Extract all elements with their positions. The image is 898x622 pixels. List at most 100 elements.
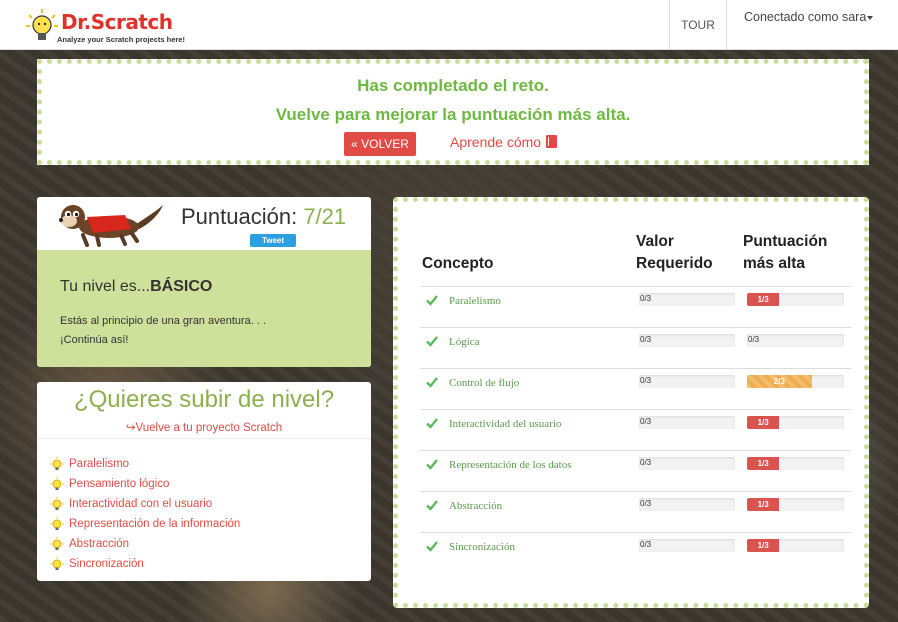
- required-value: 0/3: [640, 458, 652, 467]
- lightbulb-icon: [50, 537, 64, 550]
- lightbulb-logo-icon: [26, 9, 58, 40]
- check-icon: [426, 541, 438, 552]
- level-title: Tu nivel es...BÁSICO: [60, 278, 212, 296]
- high-score-progress-bar: 1/3: [747, 293, 844, 306]
- score-header: Puntuación: 7/21 Tweet: [37, 197, 371, 250]
- high-score-progress-bar: 1/3: [747, 539, 844, 552]
- required-value: 0/3: [640, 499, 652, 508]
- user-menu-dropdown[interactable]: Conectado como sara: [744, 10, 874, 24]
- check-icon: [426, 377, 438, 388]
- check-icon: [426, 418, 438, 429]
- high-score-progress-bar: 1/3: [747, 498, 844, 511]
- level-box: Tu nivel es...BÁSICO Estás al principio …: [37, 250, 371, 367]
- check-icon: [426, 459, 438, 470]
- tour-button[interactable]: TOUR: [669, 0, 727, 50]
- upgrade-item-sincronizacion[interactable]: Sincronización: [50, 554, 240, 574]
- header-concepto: Concepto: [422, 255, 494, 272]
- upgrade-item-label: Representación de la información: [69, 518, 241, 530]
- header-puntuacion: Puntuación más alta: [743, 231, 827, 275]
- high-score-progress-bar: 1/3: [747, 416, 844, 429]
- logo[interactable]: Dr.Scratch Analyze your Scratch projects…: [25, 6, 185, 46]
- table-row: Paralelismo 0/3 1/3: [420, 286, 851, 327]
- header-puntuacion-line2: más alta: [743, 255, 806, 272]
- banner-submessage: Vuelve para mejorar la puntuación más al…: [275, 105, 631, 124]
- required-progress-bar: 0/3: [639, 539, 735, 552]
- score-label: Puntuación:: [181, 204, 304, 229]
- external-link-icon: ↪: [125, 422, 136, 434]
- required-progress-bar: 0/3: [639, 293, 735, 306]
- upgrade-list: Paralelismo Pensamiento lógico Interacti…: [50, 454, 240, 574]
- header-valor-line1: Valor: [636, 233, 674, 250]
- concept-name: Paralelismo: [449, 295, 501, 307]
- high-score-progress-bar: 2/3: [747, 375, 844, 388]
- required-progress-bar: 0/3: [639, 334, 735, 347]
- high-score-fill: 1/3: [747, 416, 780, 429]
- upgrade-item-abstraccion[interactable]: Abstracción: [50, 534, 240, 554]
- lightbulb-icon: [50, 497, 64, 510]
- required-value: 0/3: [640, 335, 652, 344]
- upgrade-item-label: Paralelismo: [69, 458, 130, 470]
- level-desc-line1: Estás al principio de una gran aventura.…: [60, 315, 267, 327]
- header-valor-requerido: Valor Requerido: [636, 231, 713, 275]
- back-to-project-link[interactable]: ↪Vuelve a tu proyecto Scratch: [37, 420, 371, 434]
- learn-how-label: Aprende cómo: [450, 134, 542, 150]
- banner-message: Has completado el reto.: [357, 76, 549, 95]
- level-desc-line2: ¡Continúa así!: [60, 334, 129, 346]
- required-progress-bar: 0/3: [639, 498, 735, 511]
- navbar: Dr.Scratch Analyze your Scratch projects…: [0, 0, 898, 50]
- score-value: 7/21: [303, 204, 347, 229]
- back-button[interactable]: « VOLVER: [344, 132, 416, 156]
- header-puntuacion-line1: Puntuación: [743, 233, 828, 250]
- upgrade-title: ¿Quieres subir de nivel?: [73, 386, 335, 413]
- upgrade-item-interactividad[interactable]: Interactividad con el usuario: [50, 494, 240, 514]
- upgrade-item-pensamiento-logico[interactable]: Pensamiento lógico: [50, 474, 240, 494]
- upgrade-panel: ¿Quieres subir de nivel? ↪Vuelve a tu pr…: [37, 382, 371, 581]
- divider: [37, 438, 371, 439]
- level-name: BÁSICO: [150, 278, 213, 295]
- upgrade-item-label: Sincronización: [69, 558, 144, 570]
- ferret-mascot-icon: [59, 205, 163, 247]
- caret-down-icon: [867, 15, 874, 20]
- concept-name: Interactividad del usuario: [449, 418, 562, 430]
- lightbulb-icon: [50, 517, 64, 530]
- concept-name: Control de flujo: [449, 377, 520, 389]
- level-description: Estás al principio de una gran aventura.…: [60, 312, 266, 350]
- concept-name: Abstracción: [449, 500, 503, 512]
- logo-title: Dr.Scratch: [61, 10, 173, 34]
- high-score-fill: 1/3: [747, 293, 780, 306]
- high-score-fill: 1/3: [747, 539, 780, 552]
- check-icon: [426, 295, 438, 306]
- required-value: 0/3: [640, 540, 652, 549]
- required-value: 0/3: [640, 417, 652, 426]
- learn-how-link[interactable]: Aprende cómo: [450, 134, 558, 150]
- lightbulb-icon: [50, 477, 64, 490]
- challenge-banner: Has completado el reto. Vuelve para mejo…: [37, 59, 869, 165]
- back-to-project-label: Vuelve a tu proyecto Scratch: [135, 422, 283, 434]
- table-row: Control de flujo 0/3 2/3: [420, 368, 851, 409]
- required-value: 0/3: [640, 294, 652, 303]
- concept-name: Sincronización: [449, 541, 515, 553]
- required-progress-bar: 0/3: [639, 457, 735, 470]
- table-row: Sincronización 0/3 1/3: [420, 532, 851, 573]
- upgrade-item-paralelismo[interactable]: Paralelismo: [50, 454, 240, 474]
- book-icon: [546, 135, 558, 148]
- table-row: Representación de los datos 0/3 1/3: [420, 450, 851, 491]
- check-icon: [426, 336, 438, 347]
- concepts-table-panel: Concepto Valor Requerido Puntuación más …: [393, 197, 869, 608]
- logo-subtitle: Analyze your Scratch projects here!: [57, 35, 185, 44]
- high-score-fill: 2/3: [747, 375, 812, 388]
- required-progress-bar: 0/3: [639, 375, 735, 388]
- check-icon: [426, 500, 438, 511]
- high-score-progress-bar: 0/3: [747, 334, 844, 347]
- high-score-progress-bar: 1/3: [747, 457, 844, 470]
- lightbulb-icon: [50, 457, 64, 470]
- high-score-value: 0/3: [748, 335, 760, 344]
- high-score-fill: 1/3: [747, 498, 780, 511]
- upgrade-item-representacion[interactable]: Representación de la información: [50, 514, 240, 534]
- level-prefix: Tu nivel es...: [60, 278, 151, 295]
- upgrade-item-label: Interactividad con el usuario: [69, 498, 213, 510]
- table-row: Lógica 0/3 0/3: [420, 327, 851, 368]
- required-value: 0/3: [640, 376, 652, 385]
- tweet-button[interactable]: Tweet: [250, 234, 296, 247]
- user-menu-label: Conectado como sara: [744, 10, 867, 24]
